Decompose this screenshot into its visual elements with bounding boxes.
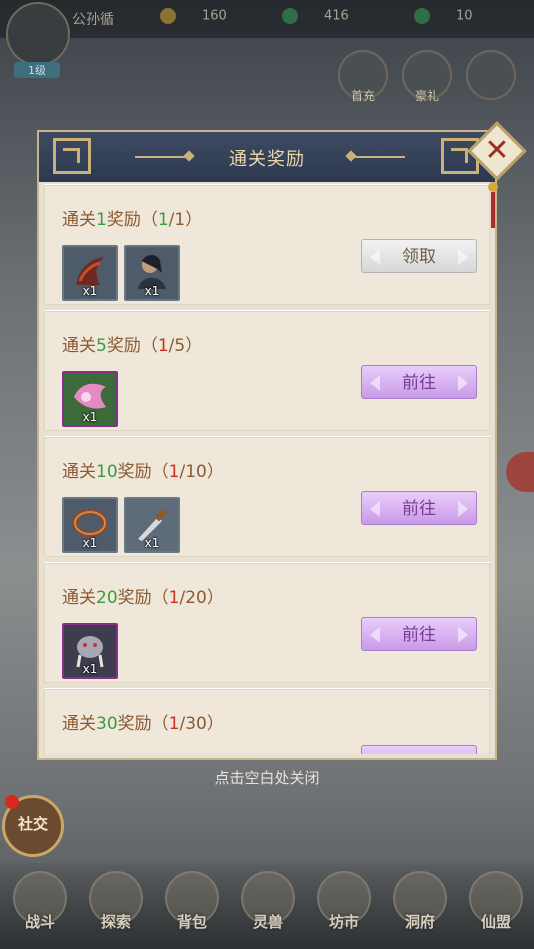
reward-item[interactable]: x1: [62, 245, 118, 301]
player-name: 公孙循: [72, 12, 114, 28]
nav-guild[interactable]: 仙盟: [464, 871, 528, 941]
jade-icon: [282, 8, 298, 24]
goto-button[interactable]: 前往: [361, 365, 477, 399]
nav-bag[interactable]: 背包: [160, 871, 224, 941]
close-hint-text: 点击空白处关闭: [214, 769, 320, 787]
reward-title: 通关30奖励（1/30）: [62, 714, 224, 734]
reward-item[interactable]: x1: [124, 497, 180, 553]
reward-title: 通关1奖励（1/1）: [62, 210, 203, 230]
nav-cave[interactable]: 洞府: [388, 871, 452, 941]
goto-button[interactable]: 前往: [361, 491, 477, 525]
nav-beast[interactable]: 灵兽: [236, 871, 300, 941]
reward-item[interactable]: x1: [62, 371, 118, 427]
player-avatar[interactable]: [6, 2, 70, 66]
reward-title: 通关20奖励（1/20）: [62, 588, 224, 608]
gift-button[interactable]: 豪礼: [402, 50, 452, 103]
clear-reward-dialog: 通关奖励 通关1奖励（1/1） x1 x1 领取 通关5奖励（1/5） x1 前…: [37, 130, 497, 760]
nav-market[interactable]: 坊市: [312, 871, 376, 941]
gift-icon-label: 豪礼: [414, 89, 439, 103]
claim-button[interactable]: 领取: [361, 239, 477, 273]
reward-title: 通关10奖励（1/10）: [62, 462, 224, 482]
reward-item[interactable]: x1: [62, 497, 118, 553]
tassel-ornament: [488, 182, 498, 228]
notification-dot: [5, 795, 19, 809]
reward-card: 通关5奖励（1/5） x1 前往: [44, 310, 490, 431]
close-icon[interactable]: ✕: [476, 130, 518, 172]
reward-item[interactable]: x1: [124, 245, 180, 301]
dialog-title: 通关奖励: [229, 149, 305, 170]
reward-card: 通关30奖励（1/30）: [44, 688, 490, 754]
dialog-header: 通关奖励: [39, 132, 495, 182]
recharge-icon-label: 首充: [350, 89, 375, 103]
mail-button[interactable]: [466, 50, 516, 100]
bottom-nav: 战斗 探索 背包 灵兽 坊市 洞府 仙盟: [0, 863, 534, 949]
reward-card: 通关1奖励（1/1） x1 x1 领取: [44, 184, 490, 305]
goto-button[interactable]: [361, 745, 477, 754]
nav-battle[interactable]: 战斗: [8, 871, 72, 941]
resource-jade: 416: [282, 8, 349, 24]
recharge-button[interactable]: 首充: [338, 50, 388, 103]
reward-title: 通关5奖励（1/5）: [62, 336, 203, 356]
reward-list[interactable]: 通关1奖励（1/1） x1 x1 领取 通关5奖励（1/5） x1 前往 通关1…: [44, 184, 490, 754]
goto-button[interactable]: 前往: [361, 617, 477, 651]
resource-gem: 10: [414, 8, 473, 24]
reward-card: 通关20奖励（1/20） x1 前往: [44, 562, 490, 683]
reward-item[interactable]: x1: [62, 623, 118, 679]
gold-coin-icon: [160, 8, 176, 24]
gem-icon: [414, 8, 430, 24]
reward-card: 通关10奖励（1/10） x1 x1 前往: [44, 436, 490, 557]
nav-explore[interactable]: 探索: [84, 871, 148, 941]
resource-gold: 160: [160, 8, 227, 24]
player-level-badge: 1级: [14, 62, 60, 78]
